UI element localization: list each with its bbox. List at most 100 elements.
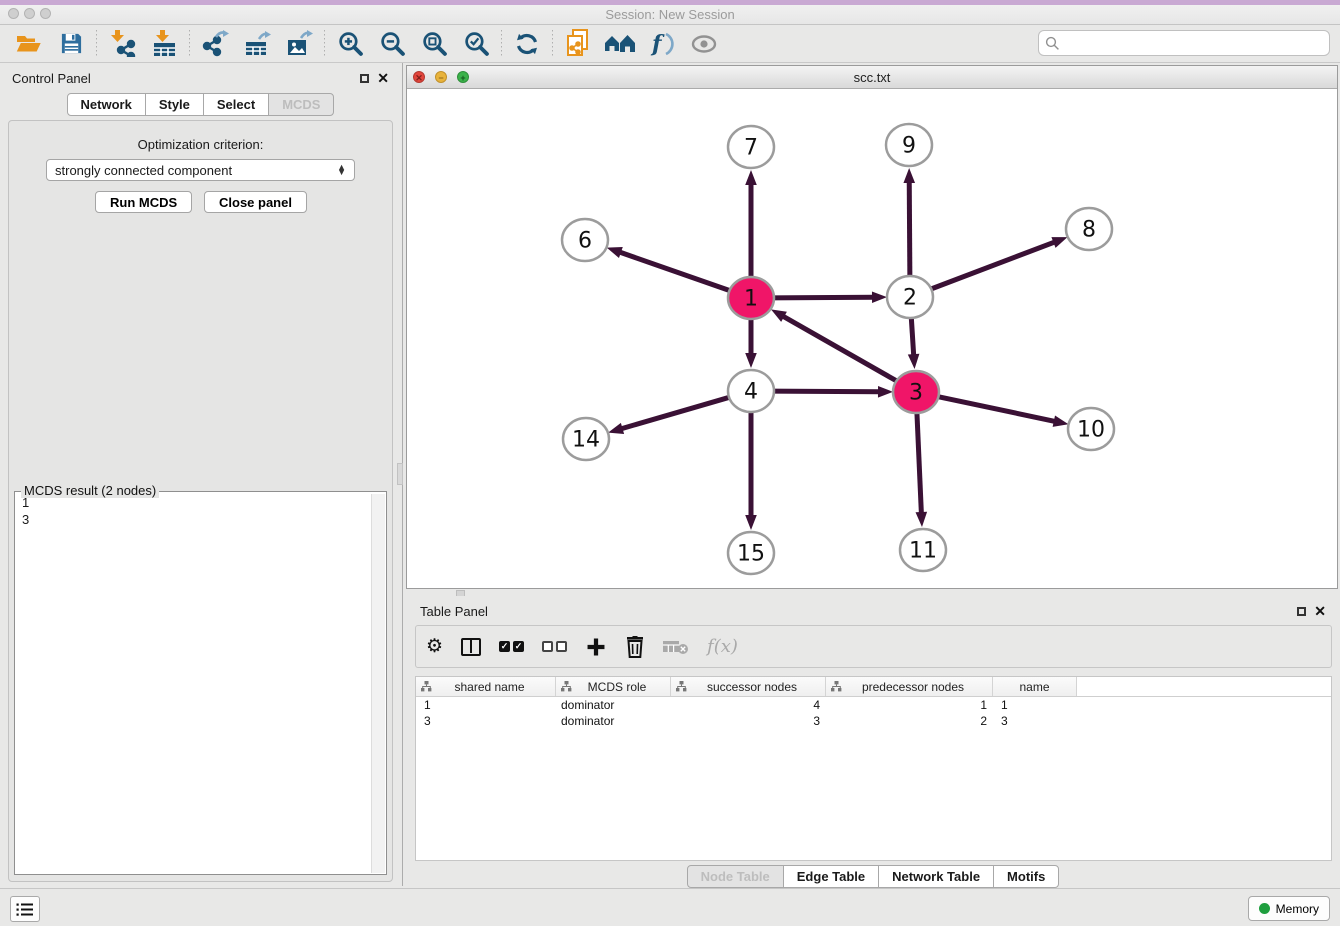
status-bar: Memory: [0, 888, 1340, 926]
graph-node-2[interactable]: 2: [887, 276, 933, 318]
graph-edge-3-1[interactable]: [781, 315, 899, 382]
network-window-titlebar[interactable]: ✕ − + scc.txt: [407, 66, 1337, 89]
graph-node-11[interactable]: 11: [900, 529, 946, 571]
export-table-button[interactable]: [236, 27, 278, 61]
toggle-bird-view-button[interactable]: [683, 27, 725, 61]
zoom-out-button[interactable]: [371, 27, 413, 61]
graph-node-3[interactable]: 3: [893, 371, 939, 413]
tab-select[interactable]: Select: [203, 93, 269, 116]
graph-node-8[interactable]: 8: [1066, 208, 1112, 250]
panel-splitter-handle[interactable]: [397, 463, 403, 485]
table-cell: dominator: [556, 697, 671, 713]
graph-edge-arrowhead: [745, 353, 757, 368]
import-network-button[interactable]: [101, 27, 143, 61]
control-panel-title: Control Panel: [12, 71, 91, 86]
export-network-button[interactable]: [194, 27, 236, 61]
delete-columns-trash-icon[interactable]: [625, 636, 645, 658]
memory-button[interactable]: Memory: [1248, 896, 1330, 921]
graph-edge-1-6[interactable]: [618, 252, 733, 292]
zoom-fit-button[interactable]: [413, 27, 455, 61]
column-header-predecessor-nodes[interactable]: predecessor nodes: [826, 677, 993, 696]
table-cell: 1: [993, 697, 1077, 713]
tab-network[interactable]: Network: [67, 93, 146, 116]
graph-node-9[interactable]: 9: [886, 124, 932, 166]
graph-edge-arrowhead: [1053, 415, 1069, 426]
tab-node-table[interactable]: Node Table: [687, 865, 784, 888]
table-row[interactable]: 3dominator323: [416, 713, 1331, 729]
graph-node-14[interactable]: 14: [563, 418, 609, 460]
graph-edge-4-3[interactable]: [770, 391, 881, 392]
import-table-button[interactable]: [143, 27, 185, 61]
column-header-mcds-role[interactable]: MCDS role: [556, 677, 671, 696]
close-panel-icon[interactable]: ✕: [1314, 604, 1326, 618]
graph-edge-arrowhead: [878, 386, 893, 398]
close-panel-icon[interactable]: ✕: [377, 71, 389, 85]
export-image-button[interactable]: [278, 27, 320, 61]
import-table-icon: [151, 30, 178, 57]
add-column-icon[interactable]: [585, 636, 607, 658]
svg-text:4: 4: [744, 380, 758, 405]
float-panel-icon[interactable]: [360, 74, 369, 83]
export-image-icon: [286, 30, 313, 57]
table-cell: 3: [416, 713, 556, 729]
zoom-selected-button[interactable]: [455, 27, 497, 61]
graph-edge-arrowhead: [872, 291, 887, 303]
deselect-all-columns-icon[interactable]: [542, 641, 567, 652]
graph-node-10[interactable]: 10: [1068, 408, 1114, 450]
open-file-button[interactable]: [8, 27, 50, 61]
column-header-name[interactable]: name: [993, 677, 1077, 696]
run-mcds-button[interactable]: Run MCDS: [95, 191, 192, 213]
graph-node-15[interactable]: 15: [728, 532, 774, 574]
tab-mcds[interactable]: MCDS: [268, 93, 334, 116]
task-history-button[interactable]: [10, 896, 40, 922]
memory-status-icon: [1259, 903, 1270, 914]
optimization-criterion-dropdown[interactable]: strongly connected component ▲▼: [46, 159, 355, 181]
column-header-shared-name[interactable]: shared name: [416, 677, 556, 696]
graph-node-1[interactable]: 1: [728, 277, 774, 319]
delete-table-icon: [663, 638, 689, 656]
tab-style[interactable]: Style: [145, 93, 204, 116]
graph-node-4[interactable]: 4: [728, 370, 774, 412]
mcds-result-text: 1 3: [16, 494, 371, 873]
show-columns-icon[interactable]: [461, 638, 481, 656]
optimization-criterion-label: Optimization criterion:: [9, 137, 392, 152]
save-session-button[interactable]: [50, 27, 92, 61]
zoom-in-button[interactable]: [329, 27, 371, 61]
graph-edge-1-2[interactable]: [770, 297, 875, 298]
close-panel-button[interactable]: Close panel: [204, 191, 307, 213]
graph-edge-arrowhead: [908, 354, 920, 369]
svg-text:15: 15: [737, 542, 765, 567]
tab-network-table[interactable]: Network Table: [878, 865, 994, 888]
export-network-icon: [202, 30, 229, 57]
node-table: shared name MCDS role successor nodes pr…: [415, 676, 1332, 861]
table-row[interactable]: 1dominator411: [416, 697, 1331, 713]
mcds-result-scrollbar[interactable]: [371, 494, 385, 873]
eye-icon: [690, 33, 718, 55]
search-input[interactable]: [1060, 36, 1329, 51]
refresh-button[interactable]: [506, 27, 548, 61]
network-canvas[interactable]: 7 9 6 8 1 2 4 3 14 10 15 11: [407, 89, 1337, 588]
graph-edge-4-14[interactable]: [620, 396, 733, 429]
table-settings-gear-icon[interactable]: ⚙: [426, 635, 443, 658]
tab-edge-table[interactable]: Edge Table: [783, 865, 879, 888]
graph-edge-2-3[interactable]: [911, 316, 914, 357]
home-view-button[interactable]: [599, 27, 641, 61]
graph-edge-3-11[interactable]: [917, 411, 922, 515]
tab-motifs[interactable]: Motifs: [993, 865, 1059, 888]
search-box[interactable]: [1038, 30, 1330, 56]
graph-edge-3-10[interactable]: [935, 396, 1057, 422]
graph-edge-2-9[interactable]: [909, 180, 910, 278]
select-all-columns-icon[interactable]: ✓✓: [499, 641, 524, 652]
column-header-successor-nodes[interactable]: successor nodes: [671, 677, 826, 696]
graph-node-6[interactable]: 6: [562, 219, 608, 261]
clone-network-button[interactable]: [557, 27, 599, 61]
graph-edge-2-8[interactable]: [928, 241, 1057, 290]
control-panel: Control Panel ✕ Network Style Select MCD…: [0, 63, 401, 886]
show-graphics-details-button[interactable]: f: [641, 27, 683, 61]
table-cell: dominator: [556, 713, 671, 729]
float-panel-icon[interactable]: [1297, 607, 1306, 616]
graph-node-7[interactable]: 7: [728, 126, 774, 168]
svg-text:1: 1: [744, 287, 758, 312]
zoom-out-icon: [379, 30, 406, 57]
network-view-window: ✕ − + scc.txt 7 9 6 8 1 2 4 3 14 10 15 11: [406, 65, 1338, 589]
